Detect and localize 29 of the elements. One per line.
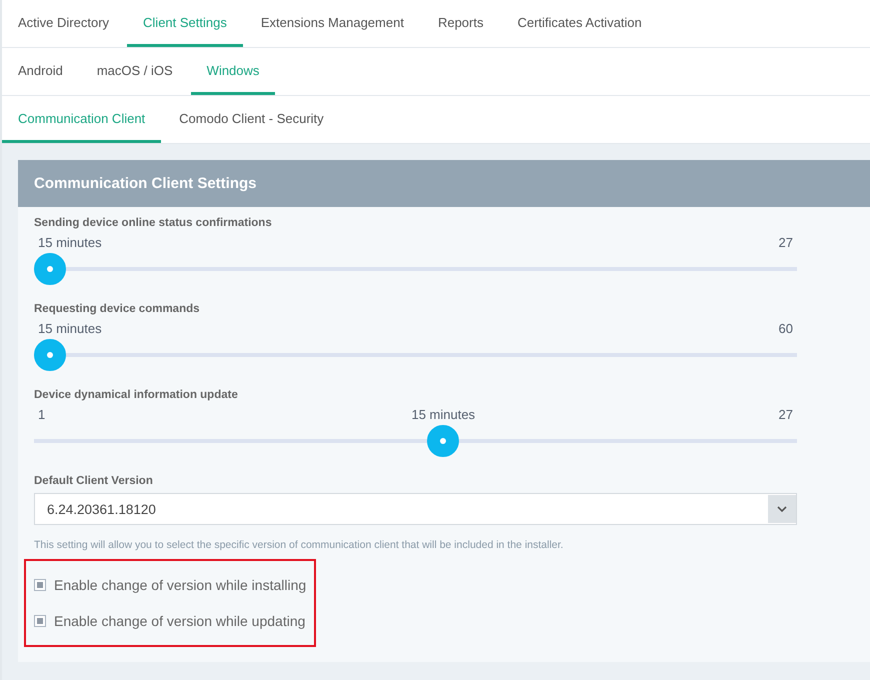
tab[interactable]: Active Directory — [2, 0, 126, 47]
field-label: Device dynamical information update — [34, 389, 239, 401]
chevron-down-icon — [777, 506, 787, 512]
help-text: This setting will allow you to select the specific version of communication client that will be included in the installer. — [34, 539, 564, 551]
field-label: Sending device online status confirmations — [34, 217, 273, 229]
tab[interactable]: Reports — [422, 0, 500, 47]
slider-max-label: 27 — [778, 407, 793, 422]
tab[interactable]: Comodo Client - Security — [163, 96, 340, 143]
slider-max-label: 60 — [778, 321, 793, 336]
field-label: Requesting device commands — [34, 303, 201, 315]
slider-value-label: 15 minutes — [411, 407, 476, 422]
slider-min-label: 1 — [38, 407, 46, 422]
tab[interactable]: Certificates Activation — [501, 0, 658, 47]
panel-title: Communication Client Settings — [34, 175, 257, 192]
tab[interactable]: Extensions Management — [244, 0, 420, 47]
tab[interactable]: Android — [2, 48, 79, 95]
checkbox-label: Enable change of version while updating — [54, 613, 306, 629]
slider-max-label: 27 — [778, 235, 793, 250]
slider-thumb[interactable] — [34, 253, 66, 285]
slider-thumb[interactable] — [34, 339, 66, 371]
tab[interactable]: macOS / iOS — [80, 48, 189, 95]
slider-value-label: 15 minutes — [38, 321, 102, 336]
checkbox[interactable] — [34, 579, 46, 591]
checkbox-label: Enable change of version while installing — [54, 577, 306, 593]
slider-thumb[interactable] — [427, 425, 460, 457]
field-label: Default Client Version — [34, 475, 154, 487]
version-dropdown[interactable]: 6.24.20361.18120 — [34, 493, 797, 525]
slider-value-label: 15 minutes — [38, 235, 102, 250]
checkbox[interactable] — [34, 615, 46, 627]
